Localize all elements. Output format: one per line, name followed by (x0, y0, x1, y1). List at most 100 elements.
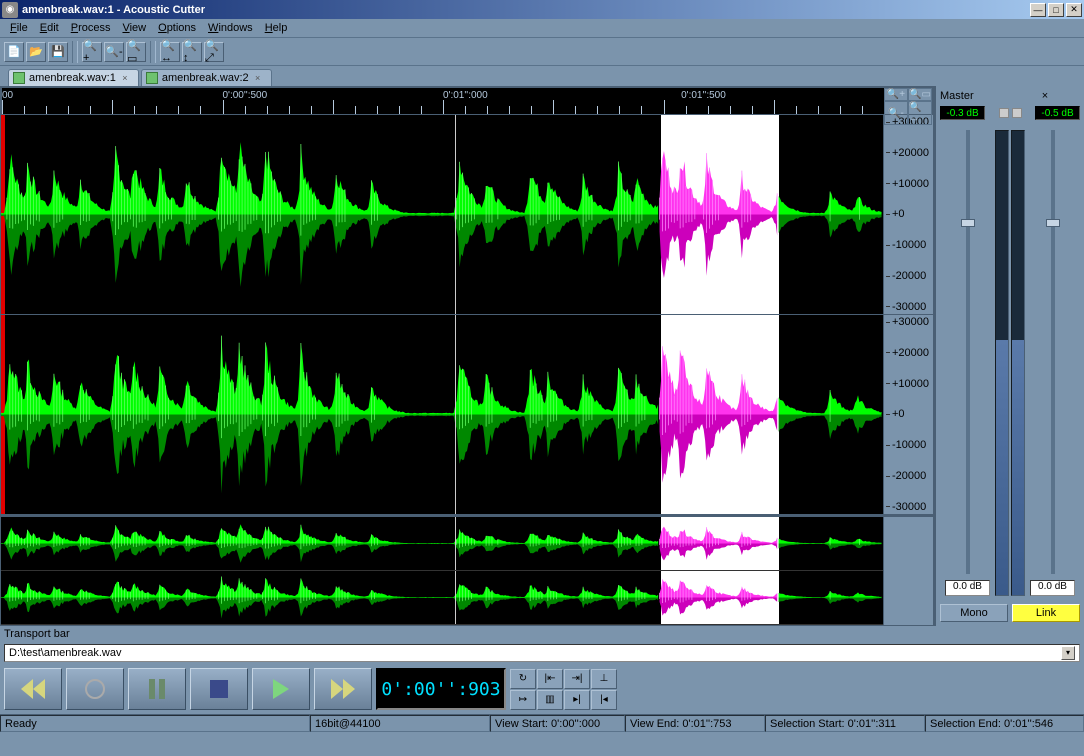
separator (150, 41, 156, 63)
left-meter (995, 130, 1009, 596)
rewind-button[interactable] (4, 668, 62, 710)
goto-start-button[interactable]: |⇤ (537, 669, 563, 689)
zoom-sel-icon[interactable]: 🔍▭ (908, 88, 932, 101)
reset-left-button[interactable] (999, 108, 1009, 118)
right-db-readout: -0.5 dB (1035, 106, 1080, 120)
tab-label: amenbreak.wav:2 (162, 72, 249, 84)
stop-button[interactable] (190, 668, 248, 710)
filepath-row: D:\test\amenbreak.wav ▾ (0, 642, 1084, 664)
play-button[interactable] (252, 668, 310, 710)
fast-forward-button[interactable] (314, 668, 372, 710)
filepath-input[interactable]: D:\test\amenbreak.wav ▾ (4, 644, 1080, 662)
status-sel-start: Selection Start: 0':01'':311 (765, 715, 925, 732)
zoom-controls: 🔍+ 🔍▭ 🔍- 🔍↔ (884, 88, 932, 114)
zoom-full-icon[interactable]: 🔍↔ (160, 42, 180, 62)
zoom-v-in-icon[interactable]: 🔍↕ (182, 42, 202, 62)
waveform-area: +30000+20000+10000+0-10000-20000-30000 +… (1, 115, 933, 515)
menu-file[interactable]: File (4, 20, 34, 36)
reset-right-button[interactable] (1012, 108, 1022, 118)
left-volume-slider[interactable] (966, 130, 970, 574)
tab-file-1[interactable]: amenbreak.wav:1 × (8, 69, 139, 86)
marker-button[interactable]: ⊥ (591, 669, 617, 689)
app-icon: ◉ (2, 2, 18, 18)
close-button[interactable]: ✕ (1066, 3, 1082, 17)
playhead[interactable] (455, 517, 456, 570)
menu-process[interactable]: Process (65, 20, 117, 36)
zoom-fit-icon[interactable]: 🔍↔ (908, 101, 932, 125)
range-button[interactable]: ↦ (510, 690, 536, 710)
slider-thumb[interactable] (961, 219, 975, 227)
overview-waveform[interactable] (1, 517, 883, 625)
master-titlebar: Master × (938, 88, 1082, 104)
master-title-label: Master (940, 90, 1010, 102)
slider-thumb[interactable] (1046, 219, 1060, 227)
waveform-graphic (1, 571, 883, 624)
amplitude-scale: +30000+20000+10000+0-10000-20000-30000 (883, 115, 933, 314)
zoom-in-icon[interactable]: 🔍+ (82, 42, 102, 62)
open-button[interactable]: 📂 (26, 42, 46, 62)
menu-options[interactable]: Options (152, 20, 202, 36)
loop-button[interactable]: ↻ (510, 669, 536, 689)
right-meter (1011, 130, 1025, 596)
menu-view[interactable]: View (116, 20, 152, 36)
toolbar: 📄 📂 💾 🔍+ 🔍- 🔍▭ 🔍↔ 🔍↕ 🔍⤢ (0, 38, 1084, 66)
playhead[interactable] (455, 115, 456, 314)
titlebar: ◉ amenbreak.wav:1 - Acoustic Cutter — □ … (0, 0, 1084, 19)
mono-button[interactable]: Mono (940, 604, 1008, 622)
window-title: amenbreak.wav:1 - Acoustic Cutter (22, 4, 1028, 16)
status-ready: Ready (0, 715, 310, 732)
menu-edit[interactable]: Edit (34, 20, 65, 36)
maximize-button[interactable]: □ (1048, 3, 1064, 17)
amplitude-scale: +30000+20000+10000+0-10000-20000-30000 (883, 315, 933, 514)
status-view-end: View End: 0':01'':753 (625, 715, 765, 732)
left-db-input[interactable]: 0.0 dB (945, 580, 990, 596)
skip-back-button[interactable]: |◂ (591, 690, 617, 710)
transport-bar-label: Transport bar (0, 626, 1084, 642)
playhead[interactable] (455, 571, 456, 624)
timecode-display: 0':00'':903 (376, 668, 506, 710)
zoom-out-icon[interactable]: 🔍- (104, 42, 124, 62)
transport-tools: ↻ |⇤ ⇥| ⊥ ↦ ▥ ▸| |◂ (510, 669, 617, 710)
zoom-v-out-icon[interactable]: 🔍⤢ (204, 42, 224, 62)
wave-file-icon (13, 72, 25, 84)
waveform-display[interactable] (1, 115, 883, 314)
minimize-button[interactable]: — (1030, 3, 1046, 17)
menubar: File Edit Process View Options Windows H… (0, 19, 1084, 38)
snap-button[interactable]: ▥ (537, 690, 563, 710)
tab-label: amenbreak.wav:1 (29, 72, 116, 84)
new-button[interactable]: 📄 (4, 42, 24, 62)
skip-fwd-button[interactable]: ▸| (564, 690, 590, 710)
master-close-icon[interactable]: × (1010, 90, 1080, 102)
time-ruler[interactable]: 000':00'':5000':01'':0000':01'':500 🔍+ 🔍… (1, 87, 933, 115)
tab-close-icon[interactable]: × (253, 73, 263, 83)
tab-file-2[interactable]: amenbreak.wav:2 × (141, 69, 272, 86)
master-sliders: 0.0 dB 0.0 dB (938, 122, 1082, 600)
waveform-graphic (1, 315, 883, 514)
filepath-text: D:\test\amenbreak.wav (9, 647, 122, 659)
overview-panel (1, 515, 933, 625)
pause-button[interactable] (128, 668, 186, 710)
waveform-graphic (1, 517, 883, 570)
waveform-graphic (1, 115, 883, 314)
statusbar: Ready 16bit@44100 View Start: 0':00'':00… (0, 714, 1084, 732)
playhead[interactable] (455, 315, 456, 514)
channel-left: +30000+20000+10000+0-10000-20000-30000 (1, 115, 933, 315)
wave-file-icon (146, 72, 158, 84)
menu-help[interactable]: Help (259, 20, 294, 36)
waveform-display[interactable] (1, 315, 883, 514)
menu-windows[interactable]: Windows (202, 20, 259, 36)
status-format: 16bit@44100 (310, 715, 490, 732)
tab-close-icon[interactable]: × (120, 73, 130, 83)
zoom-in-icon[interactable]: 🔍+ (884, 88, 908, 101)
right-db-input[interactable]: 0.0 dB (1030, 580, 1075, 596)
goto-end-button[interactable]: ⇥| (564, 669, 590, 689)
zoom-out-icon[interactable]: 🔍- (884, 101, 908, 125)
main-area: 000':00'':5000':01'':0000':01'':500 🔍+ 🔍… (0, 86, 1084, 626)
master-panel: Master × -0.3 dB -0.5 dB 0.0 dB 0.0 dB (934, 86, 1084, 626)
save-button[interactable]: 💾 (48, 42, 68, 62)
record-button[interactable] (66, 668, 124, 710)
right-volume-slider[interactable] (1051, 130, 1055, 574)
dropdown-icon[interactable]: ▾ (1061, 646, 1075, 660)
link-button[interactable]: Link (1012, 604, 1080, 622)
zoom-sel-icon[interactable]: 🔍▭ (126, 42, 146, 62)
